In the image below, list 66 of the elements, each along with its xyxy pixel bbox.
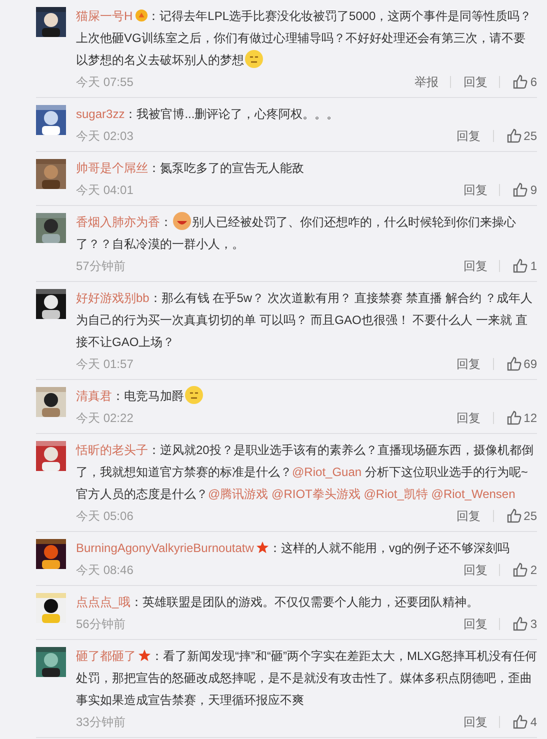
user-name-link[interactable]: 砸了都砸了: [76, 649, 136, 663]
action-link[interactable]: 举报: [414, 74, 438, 90]
like-button[interactable]: 69: [506, 356, 537, 372]
like-button[interactable]: 2: [512, 562, 537, 578]
thumbs-up-icon: [506, 508, 522, 524]
comment-text: 帅哥是个屌丝：氮泵吃多了的宣告无人能敌: [76, 160, 305, 177]
comment-time: 今天 08:46: [76, 562, 134, 578]
thumbs-up-icon: [512, 562, 528, 578]
comment-time: 57分钟前: [76, 258, 126, 274]
action-link[interactable]: 回复: [463, 182, 488, 198]
comment-text: 猫屎一号H ：记得去年LPL选手比赛没化妆被罚了5000，这两个事件是同等性质吗？上次他砸VG训练室之后，你们有做过心理辅导吗？不好好处理还会有第三次，请不要以梦想的名义去破坏别人的梦想: [76, 8, 533, 71]
like-button[interactable]: 6: [512, 74, 537, 90]
comment-time: 33分钟前: [76, 714, 126, 730]
thumbs-up-icon: [512, 182, 528, 198]
thumbs-up-icon: [512, 714, 528, 730]
like-button[interactable]: 12: [506, 410, 537, 426]
action-link[interactable]: 回复: [456, 128, 481, 144]
comment-text: 好好游戏别bb：那么有钱 在乎5w？ 次次道歉有用？ 直接禁赛 禁直播 解合约 ？成年人为自己的行为买一次真真切切的单 可以吗？ 而且GAO也很强！ 不要什么人 一来就 直接不让GAO上场？: [76, 290, 534, 351]
thumbs-up-icon: [512, 74, 528, 90]
like-button[interactable]: 25: [506, 508, 537, 524]
like-button[interactable]: 1: [512, 258, 537, 274]
user-name-link[interactable]: 清真君: [76, 389, 112, 403]
comment-text: 点点点_哦：英雄联盟是团队的游戏。不仅仅需要个人能力，还要团队精神。: [76, 594, 480, 611]
thumbs-up-icon: [506, 356, 522, 372]
comment-time: 今天 07:55: [76, 74, 134, 90]
action-link[interactable]: 回复: [463, 714, 488, 730]
comment-text: 恬昕的老头子：逆风就20投？是职业选手该有的素养么？直播现场砸东西，摄像机都倒了，我就想知道官方禁赛的标准是什么？@Riot_Guan 分析下这位职业选手的行为呢~官方人员的态度是什么？@腾讯游戏 @RIOT拳头游戏 @Riot_凯特 @Riot_Wensen: [76, 442, 534, 503]
mention-link[interactable]: @Riot_凯特: [364, 487, 428, 501]
like-button[interactable]: 9: [512, 182, 537, 198]
like-button[interactable]: 4: [512, 714, 537, 730]
comment-time: 今天 02:22: [76, 410, 134, 426]
user-name-link[interactable]: BurningAgonyValkyrieBurnoutatw: [76, 541, 254, 555]
action-link[interactable]: 回复: [456, 356, 481, 372]
user-name-link[interactable]: 猫屎一号H: [76, 9, 133, 23]
thumbs-up-icon: [512, 258, 528, 274]
thumbs-up-icon: [506, 128, 522, 144]
comment-text: 清真君：电竞马加爵: [76, 385, 537, 407]
mention-link[interactable]: @RIOT拳头游戏: [272, 487, 360, 501]
mention-link[interactable]: @腾讯游戏: [208, 487, 268, 501]
comment-time: 今天 04:01: [76, 182, 134, 198]
action-link[interactable]: 回复: [456, 508, 481, 524]
comment-time: 56分钟前: [76, 616, 126, 632]
user-name-link[interactable]: 好好游戏别bb: [76, 291, 150, 305]
like-button[interactable]: 3: [512, 616, 537, 632]
user-name-link[interactable]: 恬昕的老头子: [76, 443, 148, 457]
comment-text: 香烟入肺亦为香： 别人已经被处罚了、你们还想咋的，什么时候轮到你们来操心了？？自私冷漠的一群小人，。: [76, 211, 537, 255]
comment-time: 今天 02:03: [76, 128, 134, 144]
comment-time: 今天 05:06: [76, 508, 134, 524]
action-link[interactable]: 回复: [463, 562, 488, 578]
mention-link[interactable]: @Riot_Wensen: [431, 487, 516, 501]
mention-link[interactable]: @Riot_Guan: [292, 465, 362, 479]
user-name-link[interactable]: sugar3zz: [76, 107, 125, 121]
user-name-link[interactable]: 帅哥是个屌丝: [76, 161, 148, 175]
action-link[interactable]: 回复: [463, 616, 488, 632]
user-name-link[interactable]: 点点点_哦: [76, 595, 131, 609]
like-button[interactable]: 25: [506, 128, 537, 144]
thumbs-up-icon: [512, 616, 528, 632]
user-name-link[interactable]: 香烟入肺亦为香: [76, 215, 160, 229]
comment-text: sugar3zz：我被官博...删评论了，心疼阿权。。。: [76, 106, 340, 123]
comment-time: 今天 01:57: [76, 356, 134, 372]
action-link[interactable]: 回复: [456, 410, 481, 426]
comment-text: 砸了都砸了 ：看了新闻发现“摔”和“砸”两个字实在差距太大，MLXG怒摔耳机没有任何处罚，那把宣告的怒砸改成怒摔呢，是不是就没有攻击性了。媒体多积点阴德吧，歪曲事实如果造成宣告禁赛，天理循环报应不爽: [76, 648, 537, 709]
action-link[interactable]: 回复: [463, 258, 488, 274]
action-link[interactable]: 回复: [463, 74, 488, 90]
thumbs-up-icon: [506, 410, 522, 426]
comment-text: BurningAgonyValkyrieBurnoutatw ：这样的人就不能用，vg的例子还不够深刻吗: [76, 540, 511, 557]
